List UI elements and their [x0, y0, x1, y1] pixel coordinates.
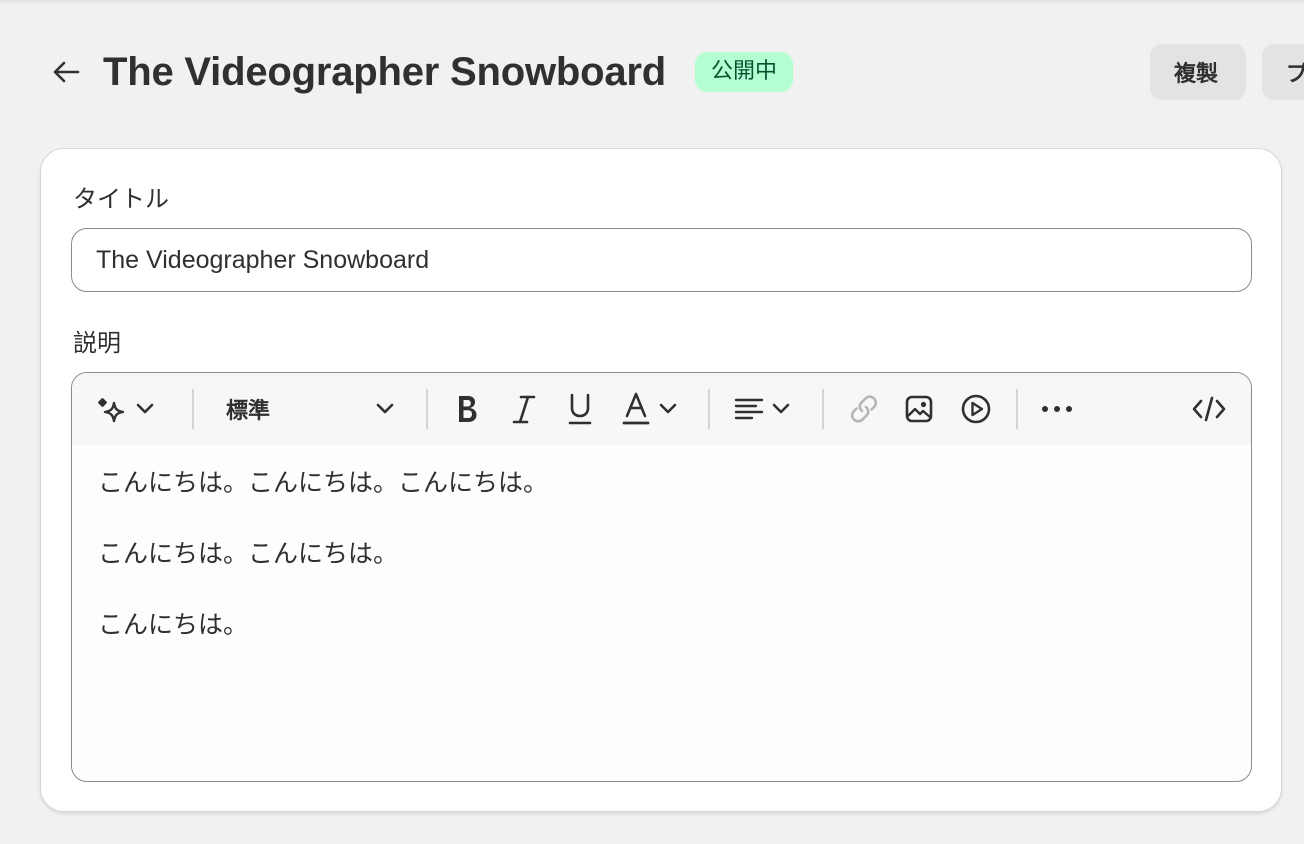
format-select-value: 標準: [226, 399, 271, 424]
italic-button[interactable]: [509, 385, 543, 433]
preview-button[interactable]: プ: [1262, 44, 1304, 100]
editor-toolbar: 標準: [72, 373, 1251, 445]
status-badge: 公開中: [695, 52, 794, 92]
page-title: The Videographer Snowboard: [103, 50, 667, 94]
underline-icon: [565, 391, 595, 427]
page-header: The Videographer Snowboard 公開中 複製 プ: [0, 40, 1304, 104]
align-left-icon: [734, 395, 764, 423]
more-horizontal-icon: [1040, 404, 1074, 414]
toolbar-separator: [708, 389, 710, 429]
toolbar-separator: [426, 389, 428, 429]
bold-icon: [452, 392, 482, 426]
align-button[interactable]: [734, 385, 798, 433]
chevron-down-icon: [376, 403, 394, 415]
chevron-down-icon: [772, 403, 790, 415]
description-label: 説明: [73, 329, 121, 357]
play-circle-icon: [960, 393, 992, 425]
toolbar-separator: [192, 389, 194, 429]
product-details-card: タイトル 説明 標準: [40, 148, 1282, 812]
chevron-down-icon: [659, 403, 677, 415]
link-button[interactable]: [848, 385, 882, 433]
sparkle-icon: [94, 394, 128, 424]
toolbar-separator: [822, 389, 824, 429]
text-color-button[interactable]: [621, 385, 685, 433]
title-input[interactable]: [71, 228, 1252, 292]
bold-button[interactable]: [452, 385, 486, 433]
arrow-left-icon: [51, 60, 81, 84]
ai-generate-button[interactable]: [94, 385, 166, 433]
description-editor: 標準 こんにちは。こんにちは。こんにちは。 こんにちは。こんにちは。 こんにちは…: [71, 372, 1252, 782]
back-button[interactable]: [44, 52, 88, 92]
editor-content[interactable]: こんにちは。こんにちは。こんにちは。 こんにちは。こんにちは。 こんにちは。: [98, 461, 1225, 674]
description-paragraph: こんにちは。こんにちは。こんにちは。: [98, 468, 549, 497]
underline-button[interactable]: [565, 385, 599, 433]
html-view-button[interactable]: [1192, 385, 1232, 433]
link-icon: [848, 393, 880, 425]
description-paragraph: こんにちは。こんにちは。: [98, 539, 399, 568]
chevron-down-icon: [136, 403, 154, 415]
description-paragraph: こんにちは。: [98, 610, 249, 639]
insert-image-button[interactable]: [904, 385, 938, 433]
product-edit-page: The Videographer Snowboard 公開中 複製 プ タイトル…: [0, 0, 1304, 844]
code-icon: [1192, 394, 1226, 424]
more-formatting-button[interactable]: [1040, 385, 1080, 433]
image-icon: [904, 394, 934, 424]
title-label: タイトル: [73, 185, 169, 213]
format-select[interactable]: 標準: [226, 385, 396, 433]
italic-icon: [509, 392, 539, 426]
duplicate-button[interactable]: 複製: [1150, 44, 1246, 100]
insert-video-button[interactable]: [960, 385, 994, 433]
toolbar-separator: [1016, 389, 1018, 429]
top-bar-shadow: [0, 0, 1304, 4]
text-color-icon: [621, 391, 651, 427]
